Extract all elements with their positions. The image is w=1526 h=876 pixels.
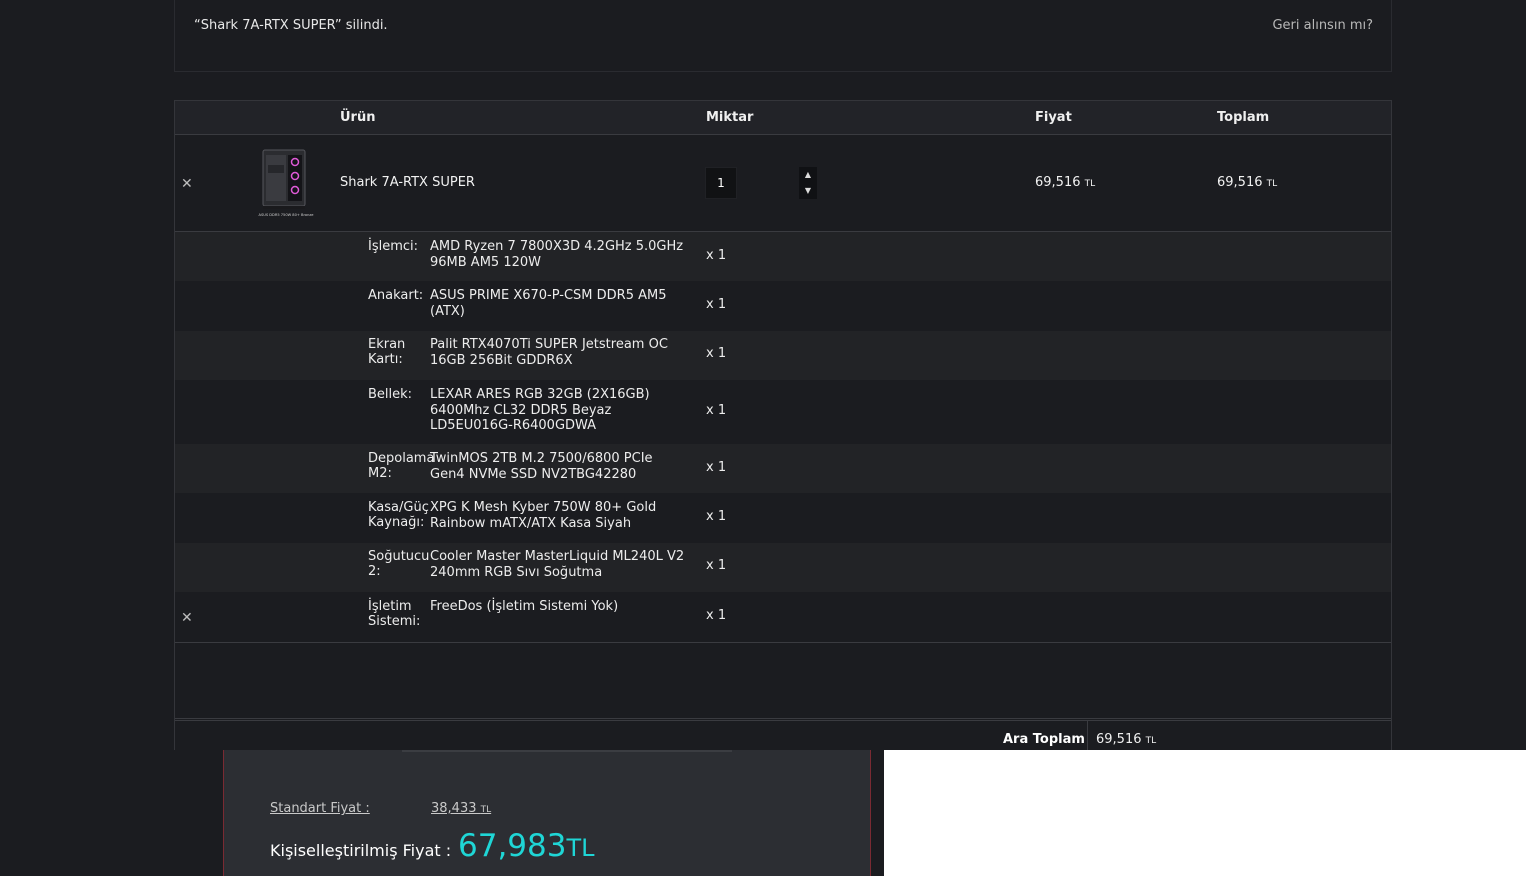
removed-message: “Shark 7A-RTX SUPER” silindi. — [194, 18, 388, 33]
item-price: 69,516 TL — [1035, 175, 1096, 190]
remove-item-icon[interactable]: ✕ — [181, 610, 193, 626]
component-row: İşlemci: AMD Ryzen 7 7800X3D 4.2GHz 5.0G… — [175, 232, 1391, 281]
header-price: Fiyat — [1035, 110, 1072, 125]
header-product: Ürün — [340, 110, 376, 125]
custom-price-value: 67,983TL — [458, 828, 595, 864]
header-quantity: Miktar — [706, 110, 754, 125]
component-label: Soğutucu 2: — [368, 549, 430, 579]
component-row: Bellek: LEXAR ARES RGB 32GB (2X16GB) 640… — [175, 380, 1391, 444]
component-value: Cooler Master MasterLiquid ML240L V2 240… — [430, 549, 685, 580]
header-total: Toplam — [1217, 110, 1270, 125]
component-qty: x 1 — [706, 558, 727, 573]
component-qty: x 1 — [706, 460, 727, 475]
component-label: İşlemci: — [368, 239, 419, 254]
component-label: Depolama M2: — [368, 451, 435, 481]
blank-panel — [884, 750, 1526, 876]
component-qty: x 1 — [706, 403, 727, 418]
component-value: ASUS PRIME X670-P-CSM DDR5 AM5 (ATX) — [430, 288, 667, 319]
pc-case-icon: ASUS DDR5 750W 80+ Bronze — [259, 149, 315, 217]
pricing-popup: Standart Fiyat : 38,433 TL Kişiselleştir… — [223, 750, 871, 876]
svg-text:ASUS DDR5 750W 80+ Bronze: ASUS DDR5 750W 80+ Bronze — [259, 213, 315, 217]
component-value: Palit RTX4070Ti SUPER Jetstream OC 16GB … — [430, 337, 668, 368]
standard-price-value: 38,433 TL — [431, 801, 492, 816]
cart-table: Ürün Miktar Fiyat Toplam ✕ ASUS DDR5 750… — [174, 100, 1392, 751]
component-qty: x 1 — [706, 297, 727, 312]
subtotal-separator — [1087, 721, 1088, 751]
popup-top-line — [402, 750, 732, 752]
custom-price-label: Kişiselleştirilmiş Fiyat : — [270, 841, 452, 860]
item-total: 69,516 TL — [1217, 175, 1278, 190]
component-qty: x 1 — [706, 248, 727, 263]
component-value: AMD Ryzen 7 7800X3D 4.2GHz 5.0GHz 96MB A… — [430, 239, 684, 270]
component-value: FreeDos (İşletim Sistemi Yok) — [430, 599, 619, 614]
undo-link[interactable]: Geri alınsın mı? — [1272, 18, 1373, 33]
chevron-down-icon[interactable]: ▼ — [805, 186, 811, 196]
removed-notice: “Shark 7A-RTX SUPER” silindi. Geri alıns… — [174, 0, 1392, 72]
component-value: TwinMOS 2TB M.2 7500/6800 PCIe Gen4 NVMe… — [430, 451, 653, 482]
cart-header: Ürün Miktar Fiyat Toplam — [175, 101, 1391, 135]
component-label: Bellek: — [368, 387, 413, 402]
product-thumbnail[interactable]: ASUS DDR5 750W 80+ Bronze — [255, 147, 317, 219]
subtotal-divider — [175, 718, 1391, 721]
component-label: İşletim Sistemi: — [368, 599, 421, 629]
cart-item-row: ✕ ASUS DDR5 750W 80+ Bronze Shark 7A-RTX… — [175, 135, 1391, 232]
subtotal-label: Ara Toplam — [1003, 732, 1085, 747]
chevron-up-icon[interactable]: ▲ — [805, 170, 811, 180]
component-row: Ekran Kartı: Palit RTX4070Ti SUPER Jetst… — [175, 331, 1391, 380]
component-label: Kasa/Güç Kaynağı: — [368, 500, 429, 530]
subtotal-value: 69,516 TL — [1096, 732, 1157, 747]
component-qty: x 1 — [706, 608, 727, 623]
component-list: İşlemci: AMD Ryzen 7 7800X3D 4.2GHz 5.0G… — [175, 232, 1391, 643]
component-value: XPG K Mesh Kyber 750W 80+ Gold Rainbow m… — [430, 500, 657, 531]
product-name[interactable]: Shark 7A-RTX SUPER — [340, 175, 475, 190]
component-row: Anakart: ASUS PRIME X670-P-CSM DDR5 AM5 … — [175, 281, 1391, 331]
component-row: Depolama M2: TwinMOS 2TB M.2 7500/6800 P… — [175, 444, 1391, 493]
component-label: Ekran Kartı: — [368, 337, 406, 367]
component-qty: x 1 — [706, 509, 727, 524]
quantity-input[interactable]: 1 — [705, 167, 737, 199]
component-value: LEXAR ARES RGB 32GB (2X16GB) 6400Mhz CL3… — [430, 387, 650, 433]
remove-item-icon[interactable]: ✕ — [181, 176, 193, 192]
component-row: Kasa/Güç Kaynağı: XPG K Mesh Kyber 750W … — [175, 493, 1391, 543]
component-label: Anakart: — [368, 288, 424, 303]
standard-price-label: Standart Fiyat : — [270, 801, 370, 816]
component-qty: x 1 — [706, 346, 727, 361]
component-row: ✕ İşletim Sistemi: FreeDos (İşletim Sist… — [175, 592, 1391, 643]
component-row: Soğutucu 2: Cooler Master MasterLiquid M… — [175, 543, 1391, 592]
quantity-stepper[interactable]: ▲ ▼ — [799, 167, 817, 199]
